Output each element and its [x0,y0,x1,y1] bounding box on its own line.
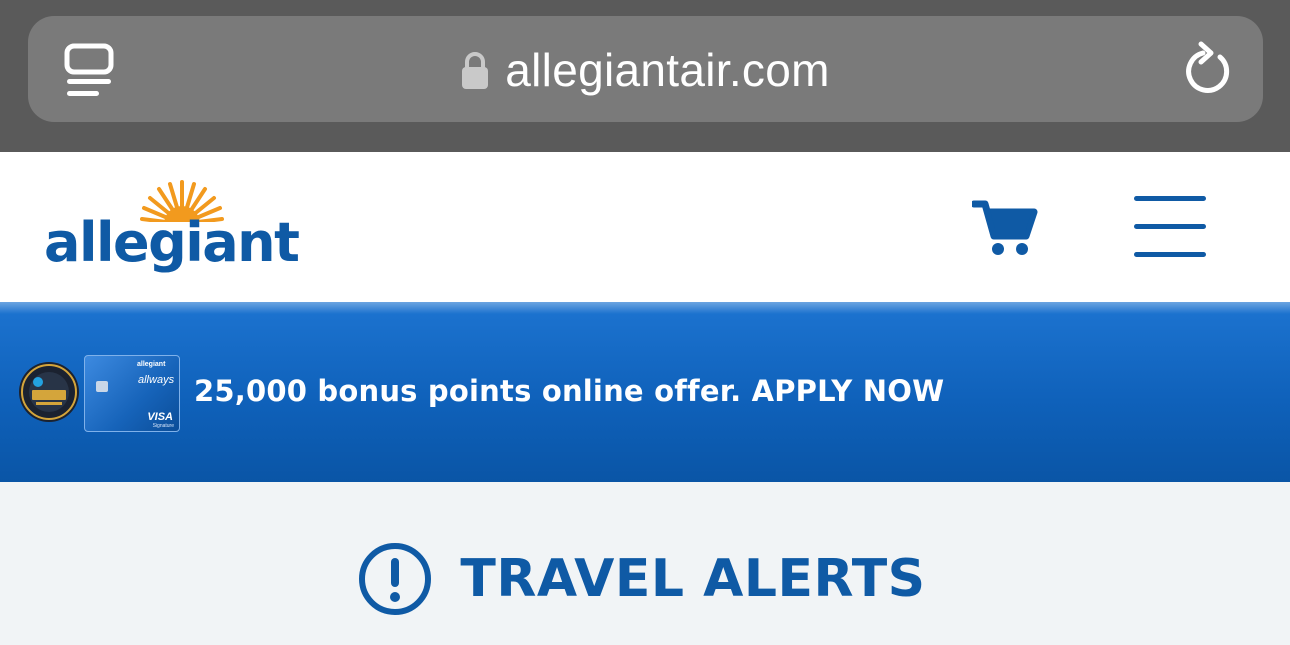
exclamation-circle-icon [358,542,432,616]
card-name: allways [138,374,175,386]
allegiant-logo[interactable]: allegiant [44,180,300,274]
usa-today-readers-choice-badge [18,350,80,434]
travel-alerts-header[interactable]: TRAVEL ALERTS [0,542,1290,616]
lock-icon [461,51,489,91]
banner-shade [0,302,1290,314]
site-header: allegiant [0,152,1290,302]
menu-line [1134,196,1206,201]
menu-line [1134,252,1206,257]
shopping-cart-icon[interactable] [970,196,1038,258]
menu-line [1134,224,1206,229]
allways-credit-card-image: allegiant allways VISA Signature [84,355,180,432]
address-bar[interactable]: allegiantair.com [28,16,1263,122]
travel-alerts-title: TRAVEL ALERTS [460,549,926,609]
card-network: VISA [147,411,173,423]
logo-wordmark: allegiant [44,211,300,274]
hamburger-menu-icon[interactable] [1132,194,1208,260]
card-chip [96,381,108,392]
credit-card-promo-banner[interactable]: allegiant allways VISA Signature 25,000 … [0,302,1290,482]
card-brand: allegiant [137,361,166,368]
promo-apply-now-text[interactable]: 25,000 bonus points online offer. APPLY … [194,374,944,408]
browser-toolbar: allegiantair.com [0,0,1290,152]
card-tier: Signature [152,423,174,429]
reload-icon[interactable] [1181,38,1237,98]
url-text[interactable]: allegiantair.com [505,43,829,97]
travel-alerts-section: TRAVEL ALERTS [0,482,1290,645]
